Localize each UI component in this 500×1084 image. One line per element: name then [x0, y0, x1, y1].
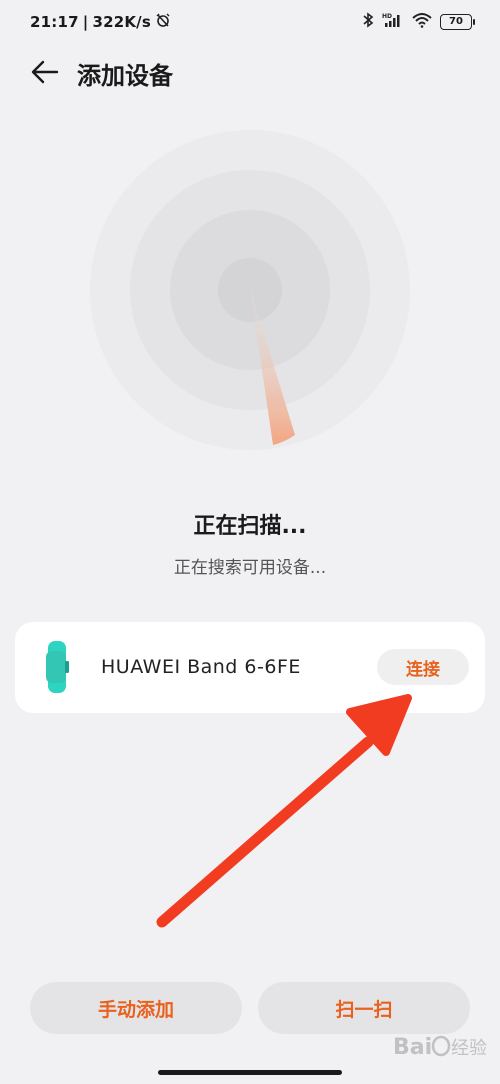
bluetooth-icon: [362, 12, 374, 32]
svg-text:HD: HD: [382, 13, 392, 20]
battery-level: 70: [449, 16, 463, 27]
hd-signal-icon: HD: [382, 12, 404, 32]
scan-radar-graphic: [90, 130, 410, 450]
status-time: 21:17: [30, 13, 79, 31]
manual-add-button[interactable]: 手动添加: [30, 982, 242, 1034]
device-name: HUAWEI Band 6-6FE: [101, 656, 301, 678]
connect-button[interactable]: 连接: [377, 649, 469, 685]
baidu-watermark-logo: Bai 经验: [393, 1035, 487, 1060]
scan-status-title: 正在扫描...: [193, 514, 307, 539]
radar-center: [218, 258, 282, 322]
wifi-icon: [412, 12, 432, 32]
scan-status-subtitle: 正在搜索可用设备...: [173, 558, 327, 578]
page-title: 添加设备: [77, 62, 173, 90]
annotation-arrow: [156, 694, 412, 928]
network-speed: 322K/s: [92, 13, 151, 31]
back-button[interactable]: [30, 58, 60, 86]
status-separator: |: [82, 13, 89, 31]
status-left: 21:17 | 322K/s: [30, 12, 171, 32]
alarm-off-icon: [155, 12, 171, 32]
arrow-left-icon: [31, 60, 59, 84]
svg-text:Bai: Bai: [393, 1035, 432, 1060]
status-right: HD 70: [362, 12, 475, 32]
add-device-screen: 21:17 | 322K/s HD 70 添加设备 正在扫描... 正在搜索可用…: [0, 0, 500, 1084]
smart-band-icon: [46, 641, 69, 693]
app-header: 添加设备: [0, 48, 500, 96]
battery-icon: 70: [440, 14, 475, 30]
svg-text:经验: 经验: [451, 1038, 487, 1059]
home-indicator[interactable]: [158, 1070, 342, 1075]
status-bar: 21:17 | 322K/s HD 70: [0, 0, 500, 44]
